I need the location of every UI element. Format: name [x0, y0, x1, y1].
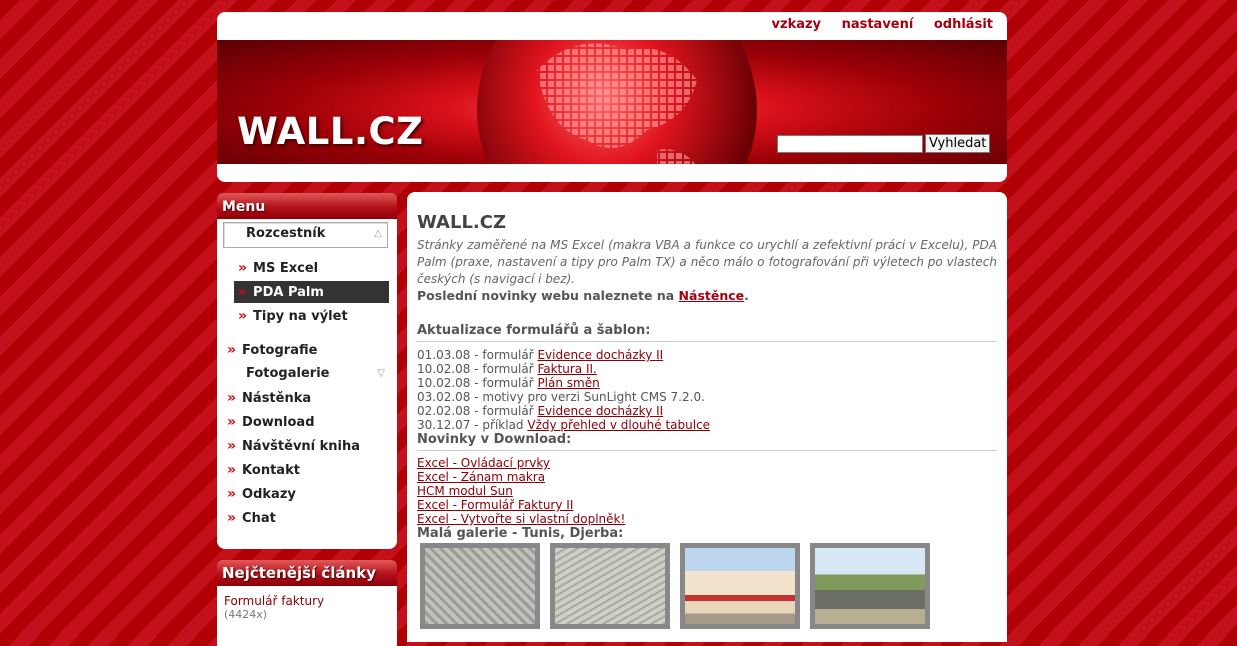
gallery-thumbnail[interactable]	[810, 543, 930, 629]
menu-item-fotogalerie[interactable]: Fotogalerie ▽	[227, 363, 389, 385]
menu-item-ms-excel[interactable]: » MS Excel	[234, 257, 389, 279]
expand-triangle-icon[interactable]: ▽	[377, 363, 385, 385]
download-link[interactable]: HCM modul Sun	[417, 484, 513, 498]
search-input[interactable]	[777, 135, 923, 153]
update-row: 30.12.07 - příklad Vždy přehled v dlouhé…	[417, 418, 711, 432]
menu-item-chat[interactable]: » Chat	[227, 507, 389, 529]
nastenka-link[interactable]: Nástěnce	[679, 288, 745, 303]
update-row: 02.02.08 - formulář Evidence docházky II	[417, 404, 664, 418]
top-bar: vzkazy nastavení odhlásit	[217, 12, 1007, 40]
search-button[interactable]: Vyhledat	[925, 134, 991, 153]
updates-heading: Aktualizace formulářů a šablon:	[417, 323, 997, 342]
double-arrow-icon: »	[227, 438, 237, 454]
double-arrow-icon: »	[227, 462, 237, 478]
site-title: WALL.CZ	[237, 110, 424, 153]
page-title: WALL.CZ	[417, 212, 507, 233]
globe-graphic	[477, 40, 757, 164]
double-arrow-icon: »	[238, 284, 248, 300]
update-row: 10.02.08 - formulář Plán směn	[417, 376, 600, 390]
update-link[interactable]: Evidence docházky II	[537, 404, 663, 418]
menu-item-navstevni-kniha[interactable]: » Návštěvní kniha	[227, 435, 389, 457]
update-link[interactable]: Plán směn	[537, 376, 599, 390]
update-row: 03.02.08 - motivy pro verzi SunLight CMS…	[417, 390, 705, 404]
rozcestnik-dropdown[interactable]: Rozcestník △	[223, 222, 388, 248]
news-line: Poslední novinky webu naleznete na Nástě…	[417, 288, 749, 303]
rozcestnik-label: Rozcestník	[246, 226, 326, 241]
popular-article-count: (4424x)	[224, 608, 268, 621]
update-row: 10.02.08 - formulář Faktura II.	[417, 362, 597, 376]
double-arrow-icon: »	[238, 260, 248, 276]
main-content: WALL.CZ Stránky zaměřené na MS Excel (ma…	[407, 192, 1007, 642]
gallery-thumbnail[interactable]	[550, 543, 670, 629]
menu-item-odkazy[interactable]: » Odkazy	[227, 483, 389, 505]
popular-articles-title: Nejčtenější články	[217, 560, 397, 586]
update-link[interactable]: Evidence docházky II	[537, 348, 663, 362]
intro-text: Stránky zaměřené na MS Excel (makra VBA …	[417, 238, 997, 286]
double-arrow-icon: »	[227, 342, 237, 358]
top-links: vzkazy nastavení odhlásit	[756, 17, 993, 32]
menu-item-pda-palm[interactable]: » PDA Palm	[234, 281, 389, 303]
gallery-heading: Malá galerie - Tunis, Djerba:	[417, 526, 624, 541]
download-link[interactable]: Excel - Vytvořte si vlastní doplněk!	[417, 512, 625, 526]
download-link[interactable]: Excel - Ovládací prvky	[417, 456, 550, 470]
collapse-arrow-icon[interactable]: △	[374, 223, 382, 245]
hotel-photo-image	[685, 548, 795, 624]
double-arrow-icon: »	[227, 414, 237, 430]
banner-footer	[217, 164, 1007, 182]
double-arrow-icon: »	[227, 390, 237, 406]
popular-articles-box: Formulář faktury (4424x)	[217, 586, 397, 646]
downloads-heading: Novinky v Download:	[417, 432, 997, 451]
aerial-photo-image	[425, 548, 535, 624]
settings-link[interactable]: nastavení	[842, 17, 914, 32]
gallery-thumbnail[interactable]	[680, 543, 800, 629]
menu-item-tipy-na-vylet[interactable]: » Tipy na výlet	[234, 305, 389, 327]
popular-article-link[interactable]: Formulář faktury	[224, 594, 324, 608]
menu-item-download[interactable]: » Download	[227, 411, 389, 433]
gallery-thumbnail[interactable]	[420, 543, 540, 629]
menu-title: Menu	[217, 193, 397, 219]
menu-item-nastenka[interactable]: » Nástěnka	[227, 387, 389, 409]
download-link[interactable]: Excel - Zánam makra	[417, 470, 545, 484]
logout-link[interactable]: odhlásit	[934, 17, 993, 32]
download-link[interactable]: Excel - Formulář Faktury II	[417, 498, 573, 512]
double-arrow-icon: »	[227, 510, 237, 526]
messages-link[interactable]: vzkazy	[772, 17, 822, 32]
menu-box: Rozcestník △ » MS Excel » PDA Palm » Tipy n…	[217, 219, 397, 549]
double-arrow-icon: »	[227, 486, 237, 502]
map-photo-image	[555, 548, 665, 624]
update-row: 01.03.08 - formulář Evidence docházky II	[417, 348, 664, 362]
header-banner: WALL.CZ Vyhledat	[217, 40, 1007, 164]
menu-item-fotografie[interactable]: » Fotografie	[227, 339, 389, 361]
double-arrow-icon: »	[238, 308, 248, 324]
menu-item-kontakt[interactable]: » Kontakt	[227, 459, 389, 481]
road-photo-image	[815, 548, 925, 624]
update-link[interactable]: Vždy přehled v dlouhé tabulce	[527, 418, 710, 432]
update-link[interactable]: Faktura II.	[537, 362, 596, 376]
